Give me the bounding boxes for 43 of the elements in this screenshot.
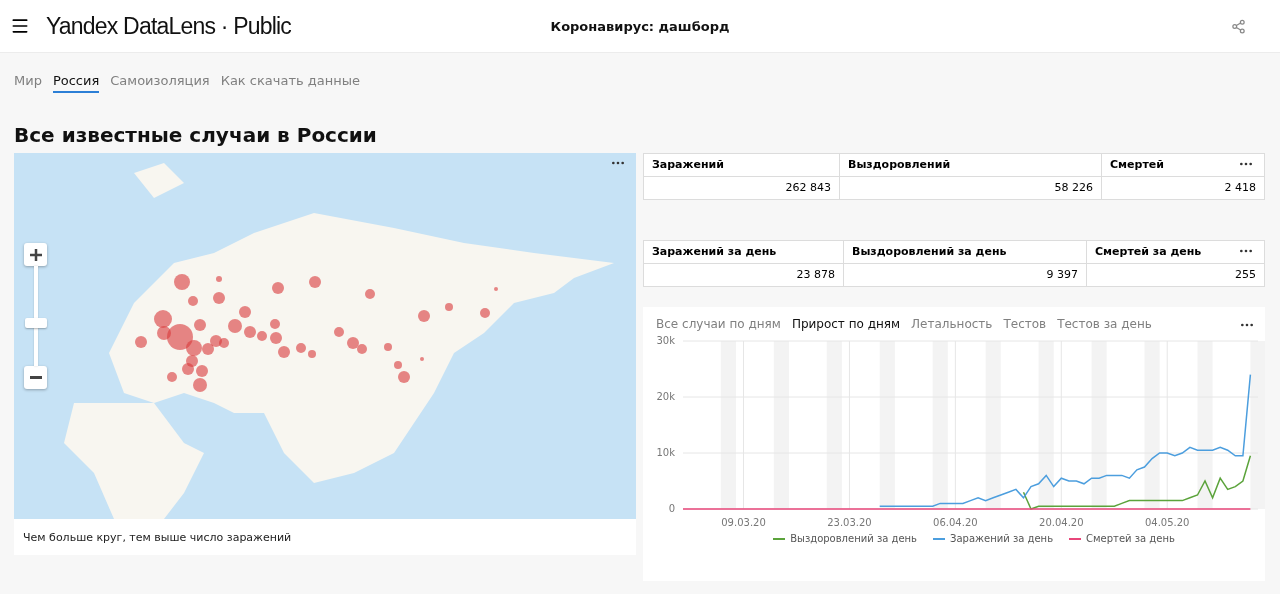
column-header: Заражений — [644, 154, 840, 177]
tab[interactable]: Россия — [52, 73, 100, 93]
logo[interactable]: Yandex DataLens · Public — [46, 12, 292, 40]
legend-item[interactable]: Смертей за день — [1069, 533, 1175, 544]
zoom-slider-handle[interactable] — [24, 318, 47, 328]
chart-tab[interactable]: Тестов — [1003, 317, 1047, 331]
y-axis-label: 30k — [656, 335, 675, 346]
tab[interactable]: Как скачать данные — [220, 73, 361, 93]
table-cell: 262 843 — [644, 177, 840, 199]
column-header: Заражений за день — [644, 241, 844, 264]
table-cell-text: 255 — [1234, 267, 1257, 283]
table-cell: 58 226 — [840, 177, 1102, 199]
chart-tab[interactable]: Тестов за день — [1057, 317, 1152, 331]
x-axis-label: 23.03.20 — [827, 517, 872, 528]
table-cell: 23 878 — [644, 264, 844, 286]
zoom-in-button[interactable] — [24, 243, 47, 266]
map-caption: Чем больше круг, тем выше число заражений — [23, 530, 292, 544]
legend-label: Смертей за день — [1086, 533, 1175, 544]
column-header: Смертей за день — [1087, 241, 1264, 264]
dashboard-title: Коронавирус: дашборд — [550, 18, 730, 34]
table-cell-text: 2 418 — [1223, 180, 1257, 196]
plus-icon — [29, 248, 42, 261]
column-header: Выздоровлений — [840, 154, 1102, 177]
chart-tab[interactable]: Все случаи по дням — [656, 317, 781, 331]
x-axis-label: 20.04.20 — [1039, 517, 1084, 528]
tab[interactable]: Самоизоляция — [110, 73, 210, 93]
column-header: Выздоровлений за день — [844, 241, 1087, 264]
minus-icon — [29, 376, 42, 379]
y-axis-label: 0 — [668, 503, 675, 514]
column-header: Смертей — [1102, 154, 1264, 177]
share-icon[interactable] — [1231, 18, 1246, 34]
section-title: Все известные случаи в России — [14, 123, 378, 147]
table-cell: 9 397 — [844, 264, 1087, 286]
chart-tab[interactable]: Прирост по дням — [791, 317, 901, 331]
x-axis-label: 04.05.20 — [1144, 517, 1190, 528]
y-axis-label: 20k — [656, 391, 675, 402]
menu-icon[interactable] — [10, 16, 30, 36]
chart-tab[interactable]: Летальность — [911, 317, 993, 331]
x-axis-label: 09.03.20 — [721, 517, 766, 528]
tab[interactable]: Мир — [14, 73, 42, 93]
x-axis-label: 06.04.20 — [933, 517, 978, 528]
y-axis-label: 10k — [656, 447, 675, 458]
zoom-out-button[interactable] — [24, 366, 47, 389]
